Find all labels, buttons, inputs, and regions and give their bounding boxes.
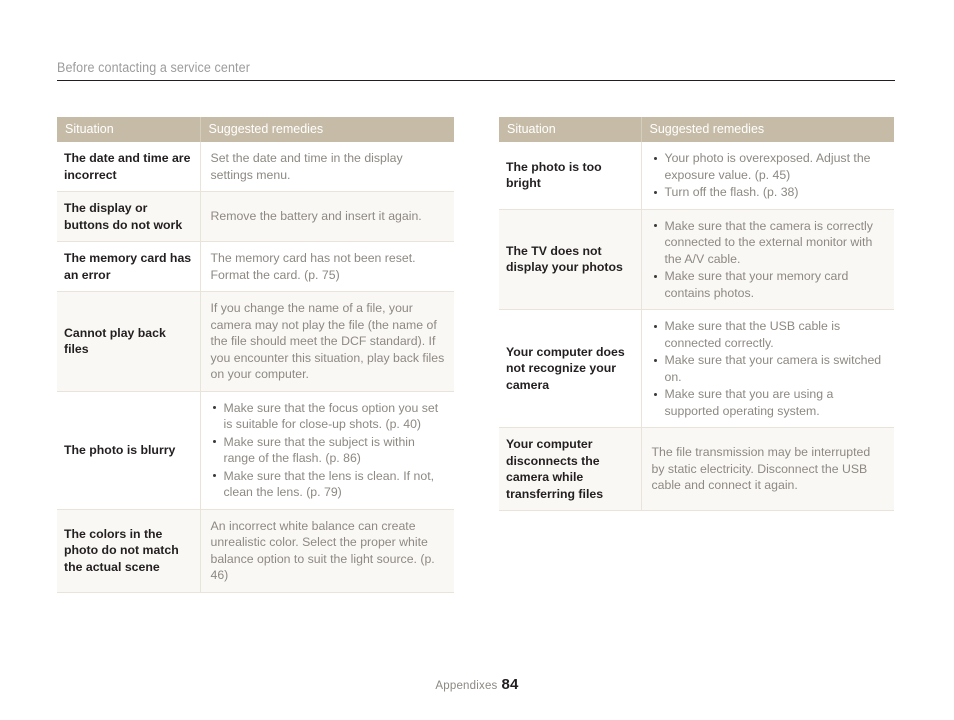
- remedy-cell: Make sure that the camera is correctly c…: [641, 209, 894, 310]
- remedy-bullet-item: Make sure that the USB cable is connecte…: [652, 318, 887, 351]
- table-row: The TV does not display your photos Make…: [499, 209, 894, 310]
- table-row: The photo is too bright Your photo is ov…: [499, 142, 894, 210]
- remedy-cell: The file transmission may be interrupted…: [641, 427, 894, 511]
- table-row: Your computer disconnects the camera whi…: [499, 427, 894, 511]
- column-header-remedies: Suggested remedies: [641, 117, 894, 142]
- table-row: The colors in the photo do not match the…: [57, 509, 454, 593]
- remedy-bullet-item: Your photo is overexposed. Adjust the ex…: [652, 150, 887, 183]
- situation-cell: Cannot play back files: [57, 291, 201, 392]
- table-body-left: The date and time are incorrect Set the …: [57, 142, 454, 593]
- table-row: The photo is blurry Make sure that the f…: [57, 391, 454, 510]
- table-header-row: Situation Suggested remedies: [57, 117, 454, 142]
- remedy-bullet-item: Make sure that your camera is switched o…: [652, 352, 887, 385]
- remedy-bullet-list: Make sure that the camera is correctly c…: [652, 218, 887, 302]
- remedy-cell: The memory card has not been reset. Form…: [200, 241, 454, 292]
- remedy-cell: If you change the name of a file, your c…: [200, 291, 454, 392]
- running-head: Before contacting a service center: [57, 60, 895, 81]
- table-row: The memory card has an error The memory …: [57, 241, 454, 292]
- remedy-bullet-list: Make sure that the USB cable is connecte…: [652, 318, 887, 419]
- table-header-row: Situation Suggested remedies: [499, 117, 894, 142]
- column-header-remedies: Suggested remedies: [200, 117, 454, 142]
- remedy-cell: Your photo is overexposed. Adjust the ex…: [641, 142, 894, 210]
- situation-cell: The date and time are incorrect: [57, 142, 201, 192]
- remedy-bullet-item: Make sure that the camera is correctly c…: [652, 218, 887, 268]
- table-row: The date and time are incorrect Set the …: [57, 142, 454, 192]
- footer-section-label: Appendixes: [435, 680, 498, 692]
- remedy-bullet-list: Make sure that the focus option you set …: [211, 400, 447, 501]
- situation-cell: The memory card has an error: [57, 241, 201, 292]
- situation-cell: Your computer does not recognize your ca…: [499, 309, 642, 428]
- remedy-cell: Remove the battery and insert it again.: [200, 191, 454, 242]
- remedy-cell: Make sure that the USB cable is connecte…: [641, 309, 894, 428]
- remedy-bullet-item: Make sure that your memory card contains…: [652, 268, 887, 301]
- column-header-situation: Situation: [499, 117, 642, 142]
- table-row: The display or buttons do not work Remov…: [57, 191, 454, 242]
- table-body-right: The photo is too bright Your photo is ov…: [499, 142, 894, 511]
- remedy-bullet-list: Your photo is overexposed. Adjust the ex…: [652, 150, 887, 201]
- remedy-bullet-item: Make sure that the subject is within ran…: [211, 434, 447, 467]
- table-row: Cannot play back files If you change the…: [57, 291, 454, 392]
- situation-cell: The display or buttons do not work: [57, 191, 201, 242]
- remedy-bullet-item: Make sure that the focus option you set …: [211, 400, 447, 433]
- situation-cell: The photo is blurry: [57, 391, 201, 510]
- remedy-cell: Make sure that the focus option you set …: [200, 391, 454, 510]
- header-rule: [57, 80, 895, 81]
- remedy-cell: Set the date and time in the display set…: [200, 142, 454, 192]
- remedy-cell: An incorrect white balance can create un…: [200, 509, 454, 593]
- remedy-bullet-item: Turn off the flash. (p. 38): [652, 184, 887, 201]
- running-head-title: Before contacting a service center: [57, 60, 250, 75]
- document-page: Before contacting a service center Situa…: [0, 0, 954, 720]
- remedy-bullet-item: Make sure that the lens is clean. If not…: [211, 468, 447, 501]
- page-footer: Appendixes 84: [0, 676, 954, 694]
- remedy-bullet-item: Make sure that you are using a supported…: [652, 386, 887, 419]
- footer-page-number: 84: [501, 676, 519, 693]
- table-row: Your computer does not recognize your ca…: [499, 309, 894, 428]
- situation-cell: The TV does not display your photos: [499, 209, 642, 310]
- troubleshooting-table-left: Situation Suggested remedies The date an…: [57, 117, 454, 593]
- column-header-situation: Situation: [57, 117, 201, 142]
- situation-cell: Your computer disconnects the camera whi…: [499, 427, 642, 511]
- troubleshooting-table-right: Situation Suggested remedies The photo i…: [499, 117, 894, 511]
- situation-cell: The colors in the photo do not match the…: [57, 509, 201, 593]
- situation-cell: The photo is too bright: [499, 142, 642, 210]
